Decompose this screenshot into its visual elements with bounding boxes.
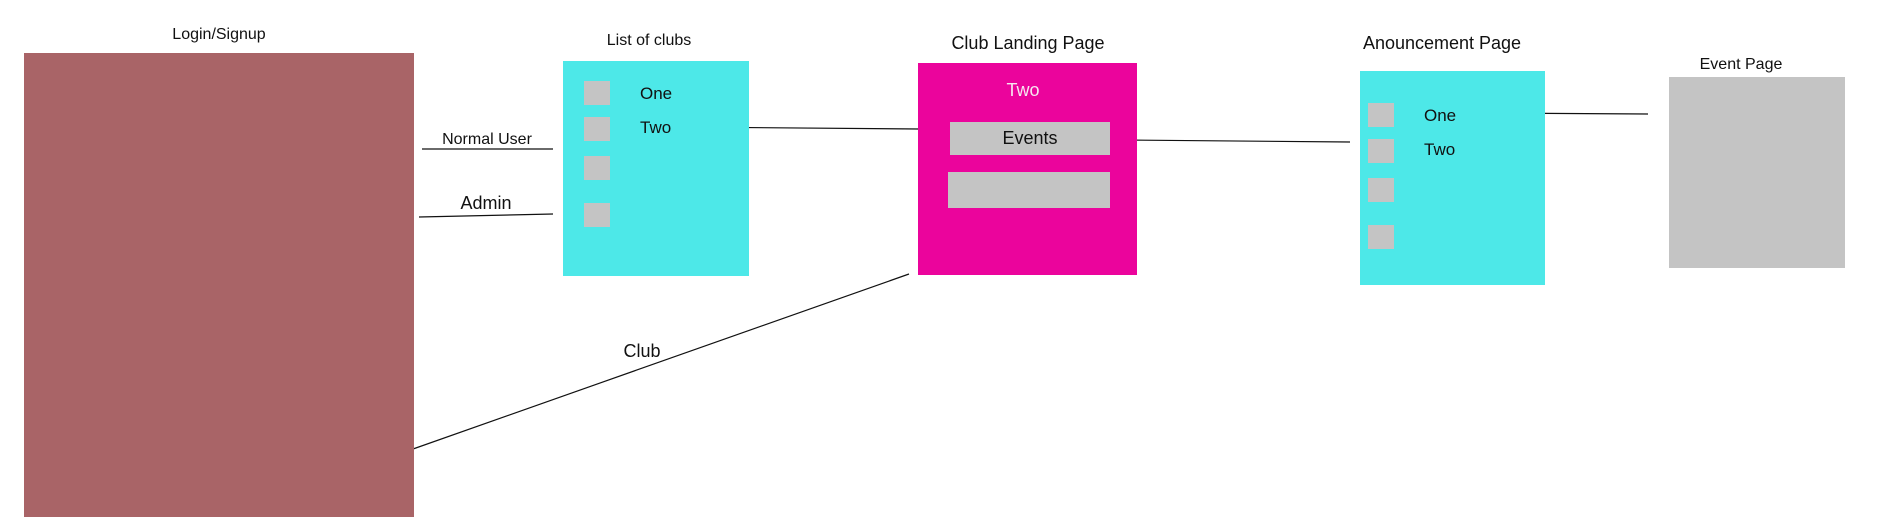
club-item-placeholder-icon <box>584 203 610 227</box>
announcement-item-two[interactable]: Two <box>1424 140 1455 160</box>
club-label: Club <box>623 341 661 361</box>
list-of-clubs-title: List of clubs <box>606 32 692 49</box>
login-signup-box[interactable] <box>24 53 414 517</box>
announcement-item-placeholder-icon <box>1368 225 1394 249</box>
announcement-item-one[interactable]: One <box>1424 106 1456 126</box>
club-item-two[interactable]: Two <box>640 118 671 138</box>
list-of-clubs-box: One Two <box>563 61 749 276</box>
event-page-box <box>1669 77 1845 268</box>
announcement-box: One Two <box>1360 71 1545 285</box>
normal-user-label: Normal User <box>442 131 532 148</box>
club-item-one[interactable]: One <box>640 84 672 104</box>
club-landing-box: Two Events <box>918 63 1137 275</box>
club-item-placeholder-icon <box>584 156 610 180</box>
announcement-item-two-icon <box>1368 139 1394 163</box>
login-title: Login/Signup <box>172 26 266 43</box>
announcement-item-placeholder-icon <box>1368 178 1394 202</box>
club-item-two-icon <box>584 117 610 141</box>
events-button[interactable]: Events <box>950 122 1110 155</box>
events-to-announcement-connector <box>1119 139 1351 143</box>
admin-connector <box>418 213 554 218</box>
club-item-one-icon <box>584 81 610 105</box>
empty-button[interactable] <box>948 172 1110 208</box>
announcement-title: Anouncement Page <box>1362 33 1522 53</box>
admin-label: Admin <box>460 193 512 213</box>
club-name: Two <box>1006 80 1040 100</box>
event-page-title: Event Page <box>1699 56 1783 73</box>
club-landing-title: Club Landing Page <box>951 33 1105 53</box>
club-connector <box>412 273 910 450</box>
events-button-label: Events <box>1002 128 1058 148</box>
announcement-item-one-icon <box>1368 103 1394 127</box>
